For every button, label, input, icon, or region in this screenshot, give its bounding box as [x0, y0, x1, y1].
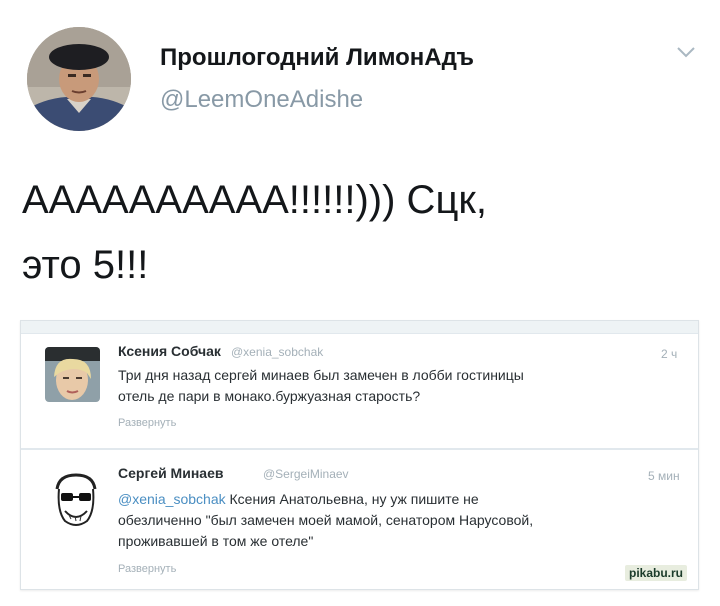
expand-link[interactable]: Развернуть	[118, 563, 176, 575]
tweet-text: АААААААААА!!!!!!))) Сцк, это 5!!!	[22, 168, 682, 298]
tweet-text-line: это 5!!!	[22, 243, 149, 287]
person-sketch-avatar-icon	[49, 471, 103, 531]
embed-author-handle[interactable]: @SergeiMinaev	[263, 467, 349, 481]
sobchak-avatar	[45, 347, 100, 402]
mention-link[interactable]: @xenia_sobchak	[118, 491, 226, 507]
embed-author-handle[interactable]: @xenia_sobchak	[231, 345, 323, 359]
person-avatar-icon	[45, 347, 100, 402]
person-avatar-icon	[27, 27, 131, 131]
chevron-down-icon[interactable]	[675, 44, 697, 60]
embed-tweet-line: проживавшей в том же отеле"	[118, 533, 314, 549]
embed-top-bar	[21, 321, 698, 334]
tweet-card: Прошлогодний ЛимонАдъ @LeemOneAdishe ААА…	[0, 0, 720, 606]
author-avatar[interactable]	[27, 27, 131, 131]
embedded-screenshot: Ксения Собчак @xenia_sobchak 2 ч Три дня…	[20, 320, 699, 590]
tweet-text-line: АААААААААА!!!!!!))) Сцк,	[22, 178, 487, 222]
embed-tweet-line: отель де пари в монако.буржуазная старос…	[118, 388, 421, 404]
embed-tweet-line: @xenia_sobchak Ксения Анатольевна, ну уж…	[118, 489, 688, 510]
author-display-name[interactable]: Прошлогодний ЛимонАдъ	[160, 44, 474, 72]
minaev-avatar	[49, 471, 103, 531]
embed-tweet-line: обезличенно "был замечен моей мамой, сен…	[118, 512, 534, 528]
embed-divider	[21, 448, 698, 450]
embed-tweet-text: Ксения Анатольевна, ну уж пишите не	[225, 491, 479, 507]
pikabu-watermark: pikabu.ru	[625, 565, 688, 581]
author-handle[interactable]: @LeemOneAdishe	[160, 86, 363, 114]
embed-tweet-body: @xenia_sobchak Ксения Анатольевна, ну уж…	[118, 489, 688, 552]
embed-timestamp[interactable]: 5 мин	[648, 469, 680, 483]
embed-author-name[interactable]: Ксения Собчак	[118, 343, 221, 359]
expand-link[interactable]: Развернуть	[118, 417, 176, 429]
embed-timestamp[interactable]: 2 ч	[661, 347, 677, 361]
embed-tweet-body: Три дня назад сергей минаев был замечен …	[118, 365, 678, 407]
embed-author-name[interactable]: Сергей Минаев	[118, 465, 223, 481]
embed-tweet-line: Три дня назад сергей минаев был замечен …	[118, 367, 524, 383]
